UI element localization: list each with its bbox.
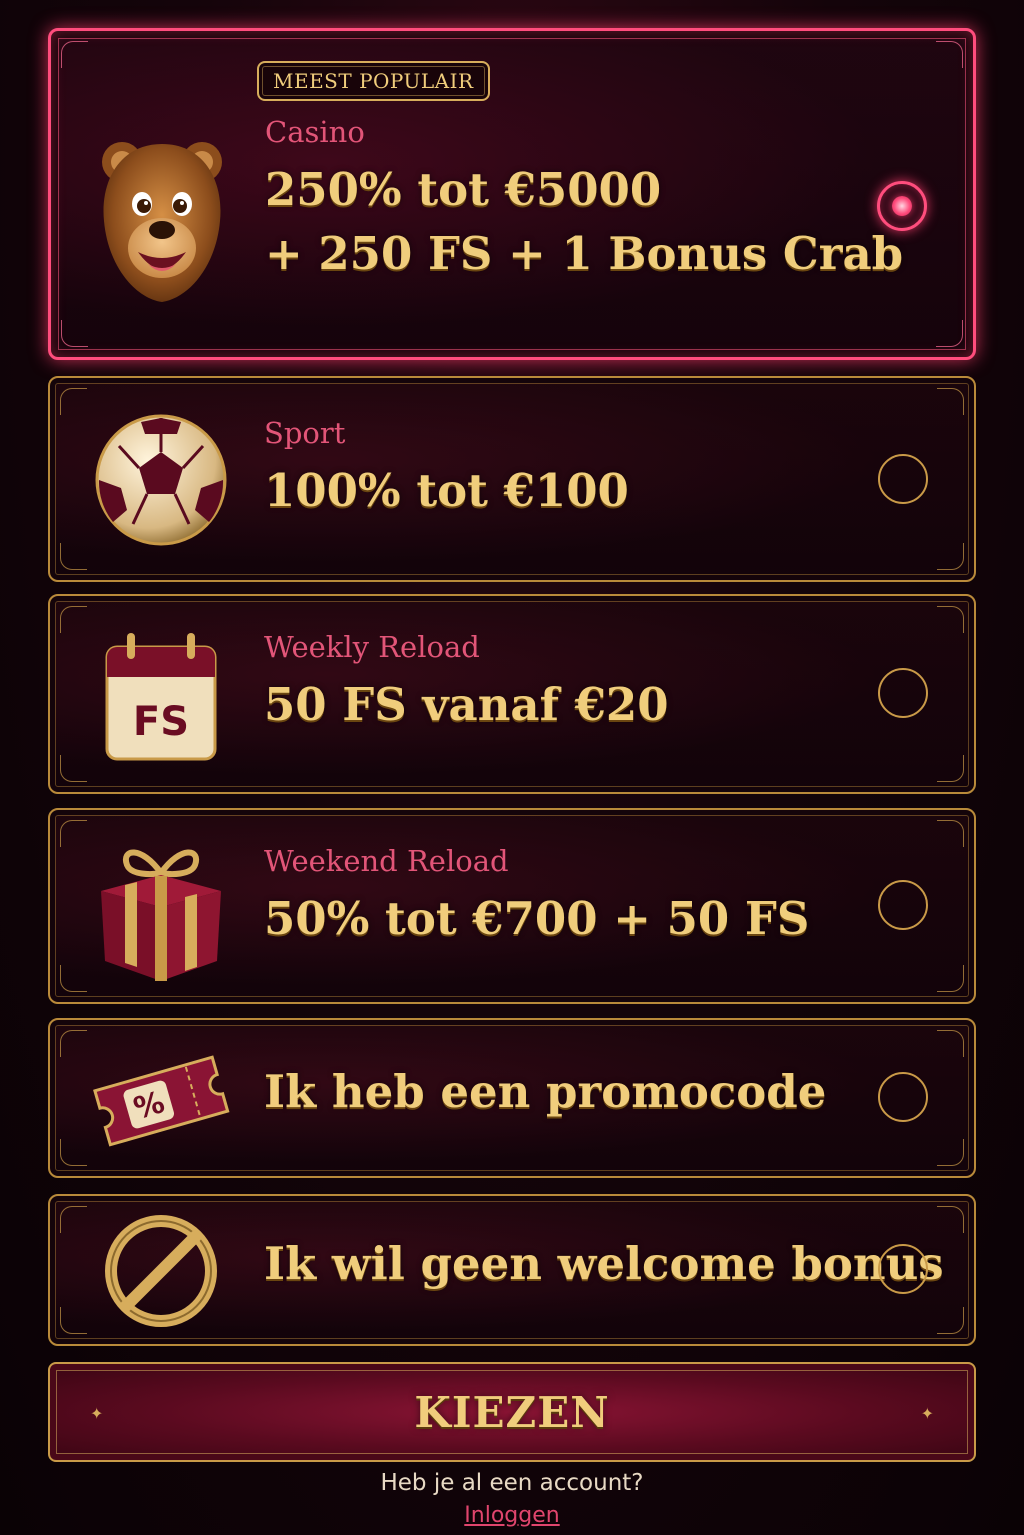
login-link-wrap: Inloggen	[0, 1503, 1024, 1528]
no-entry-icon	[86, 1206, 236, 1336]
corner-ornament	[937, 820, 964, 847]
corner-ornament	[937, 1030, 964, 1057]
category-label: Weekend Reload	[264, 844, 509, 878]
category-label: Weekly Reload	[264, 630, 480, 664]
sparkle-icon: ✦	[920, 1404, 934, 1423]
radio-button[interactable]	[878, 454, 928, 504]
ticket-icon: %	[86, 1032, 236, 1168]
radio-button[interactable]	[878, 1072, 928, 1122]
corner-ornament	[60, 1030, 87, 1057]
corner-ornament	[937, 1307, 964, 1334]
corner-ornament	[60, 543, 87, 570]
category-label: Casino	[265, 115, 365, 149]
corner-ornament	[937, 755, 964, 782]
corner-ornament	[60, 1206, 87, 1233]
corner-ornament	[60, 606, 87, 633]
option-casino[interactable]: MEEST POPULAIR Casino 250% tot €5000 + 2…	[48, 28, 976, 360]
corner-ornament	[937, 543, 964, 570]
login-link[interactable]: Inloggen	[464, 1503, 559, 1528]
sparkle-icon: ✦	[90, 1404, 104, 1423]
offer-line-1: Ik wil geen welcome bonus	[264, 1237, 944, 1290]
corner-ornament	[60, 1139, 87, 1166]
most-popular-badge: MEEST POPULAIR	[257, 61, 490, 101]
radio-button-selected[interactable]	[877, 181, 927, 231]
offer-line-1: 50% tot €700 + 50 FS	[264, 891, 810, 945]
choose-button-label: KIEZEN	[414, 1387, 610, 1437]
corner-ornament	[937, 1206, 964, 1233]
offer-line-2: + 250 FS + 1 Bonus Crab	[265, 226, 904, 280]
corner-ornament	[60, 1307, 87, 1334]
corner-ornament	[60, 820, 87, 847]
category-label: Sport	[264, 416, 346, 450]
option-promocode[interactable]: % Ik heb een promocode	[48, 1018, 976, 1178]
option-sport[interactable]: Sport 100% tot €100	[48, 376, 976, 582]
option-weekend-reload[interactable]: Weekend Reload 50% tot €700 + 50 FS	[48, 808, 976, 1004]
corner-ornament	[937, 388, 964, 415]
account-question: Heb je al een account?	[380, 1470, 644, 1496]
calendar-icon: FS	[86, 622, 236, 772]
radio-button[interactable]	[878, 1244, 928, 1294]
corner-ornament	[61, 320, 88, 347]
radio-button[interactable]	[878, 880, 928, 930]
offer-line-1: 50 FS vanaf €20	[264, 677, 669, 731]
corner-ornament	[61, 41, 88, 68]
offer-line-1: 100% tot €100	[264, 463, 629, 517]
gift-icon	[86, 830, 236, 990]
bonus-selection-page: MEEST POPULAIR Casino 250% tot €5000 + 2…	[0, 0, 1024, 1535]
corner-ornament	[60, 388, 87, 415]
offer-line-1: Ik heb een promocode	[264, 1065, 827, 1118]
corner-ornament	[937, 606, 964, 633]
corner-ornament	[937, 965, 964, 992]
corner-ornament	[936, 41, 963, 68]
offer-line-1: 250% tot €5000	[265, 162, 662, 216]
calendar-icon-text: FS	[133, 699, 189, 745]
option-no-bonus[interactable]: Ik wil geen welcome bonus	[48, 1194, 976, 1346]
corner-ornament	[936, 320, 963, 347]
corner-ornament	[937, 1139, 964, 1166]
radio-button[interactable]	[878, 668, 928, 718]
corner-ornament	[60, 755, 87, 782]
football-icon	[86, 400, 236, 560]
option-weekly-reload[interactable]: FS Weekly Reload 50 FS vanaf €20	[48, 594, 976, 794]
corner-ornament	[60, 965, 87, 992]
choose-button[interactable]: ✦ ✦ KIEZEN	[48, 1362, 976, 1462]
bear-icon	[87, 121, 237, 311]
